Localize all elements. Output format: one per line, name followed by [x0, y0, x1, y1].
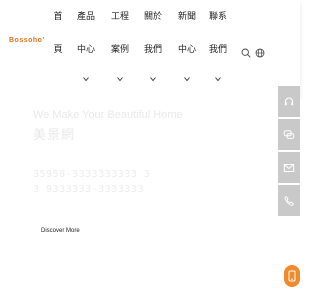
- chevron-down-icon[interactable]: [183, 75, 191, 83]
- nav-label-line1: 首: [53, 12, 63, 22]
- nav-label-line2: 案例: [110, 45, 129, 55]
- nav-label-line1: 關於: [143, 12, 162, 22]
- discover-more-link[interactable]: Discover More: [41, 228, 80, 234]
- nav-item-about[interactable]: 關於 我們: [141, 9, 165, 89]
- nav-item-products[interactable]: 產品 中心: [74, 9, 98, 89]
- mail-button[interactable]: [278, 152, 300, 183]
- customer-service-button[interactable]: [278, 86, 300, 117]
- nav-label-line1: 新聞: [177, 12, 196, 22]
- brand-logo[interactable]: Bossoho': [9, 37, 45, 44]
- nav-label-line2: 中心: [76, 45, 95, 55]
- floating-contact-button[interactable]: [284, 265, 300, 287]
- nav-label-line2: 我們: [143, 45, 162, 55]
- nav-label-line1: 工程: [110, 12, 129, 22]
- phone-icon: [283, 195, 295, 207]
- site-header: Bossoho' 首 頁 產品 中心 工程 案例 關於 我們 新聞 中心 聯系 …: [0, 0, 300, 97]
- nav-label-line2: 我們: [208, 45, 227, 55]
- nav-item-home[interactable]: 首 頁: [46, 9, 70, 89]
- nav-label-line2: 頁: [53, 45, 63, 55]
- nav-item-news[interactable]: 新聞 中心: [175, 9, 199, 89]
- nav-label-line1: 產品: [76, 12, 95, 22]
- nav-item-projects[interactable]: 工程 案例: [108, 9, 132, 89]
- chevron-down-icon[interactable]: [214, 75, 222, 83]
- chevron-down-icon[interactable]: [149, 75, 157, 83]
- chat-icon: [283, 129, 295, 141]
- headset-icon: [283, 96, 295, 108]
- nav-item-contact[interactable]: 聯系 我們: [206, 9, 230, 89]
- hero-tagline: We Make Your Beautiful Home: [33, 109, 183, 121]
- globe-icon[interactable]: [255, 43, 265, 58]
- chevron-down-icon[interactable]: [116, 75, 124, 83]
- phone-button[interactable]: [278, 185, 300, 216]
- nav-label-line2: 中心: [177, 45, 196, 55]
- nav-label-line1: 聯系: [208, 12, 227, 22]
- chat-button[interactable]: [278, 119, 300, 150]
- mail-icon: [283, 162, 295, 174]
- phone-icon: [288, 267, 296, 286]
- hero-description: 35958-3333333333 3 3 9333333-3333333: [33, 169, 151, 195]
- side-toolbar: [278, 86, 300, 218]
- hero-title: 美景網: [33, 128, 76, 143]
- chevron-down-icon[interactable]: [82, 75, 90, 83]
- search-icon[interactable]: [241, 43, 251, 58]
